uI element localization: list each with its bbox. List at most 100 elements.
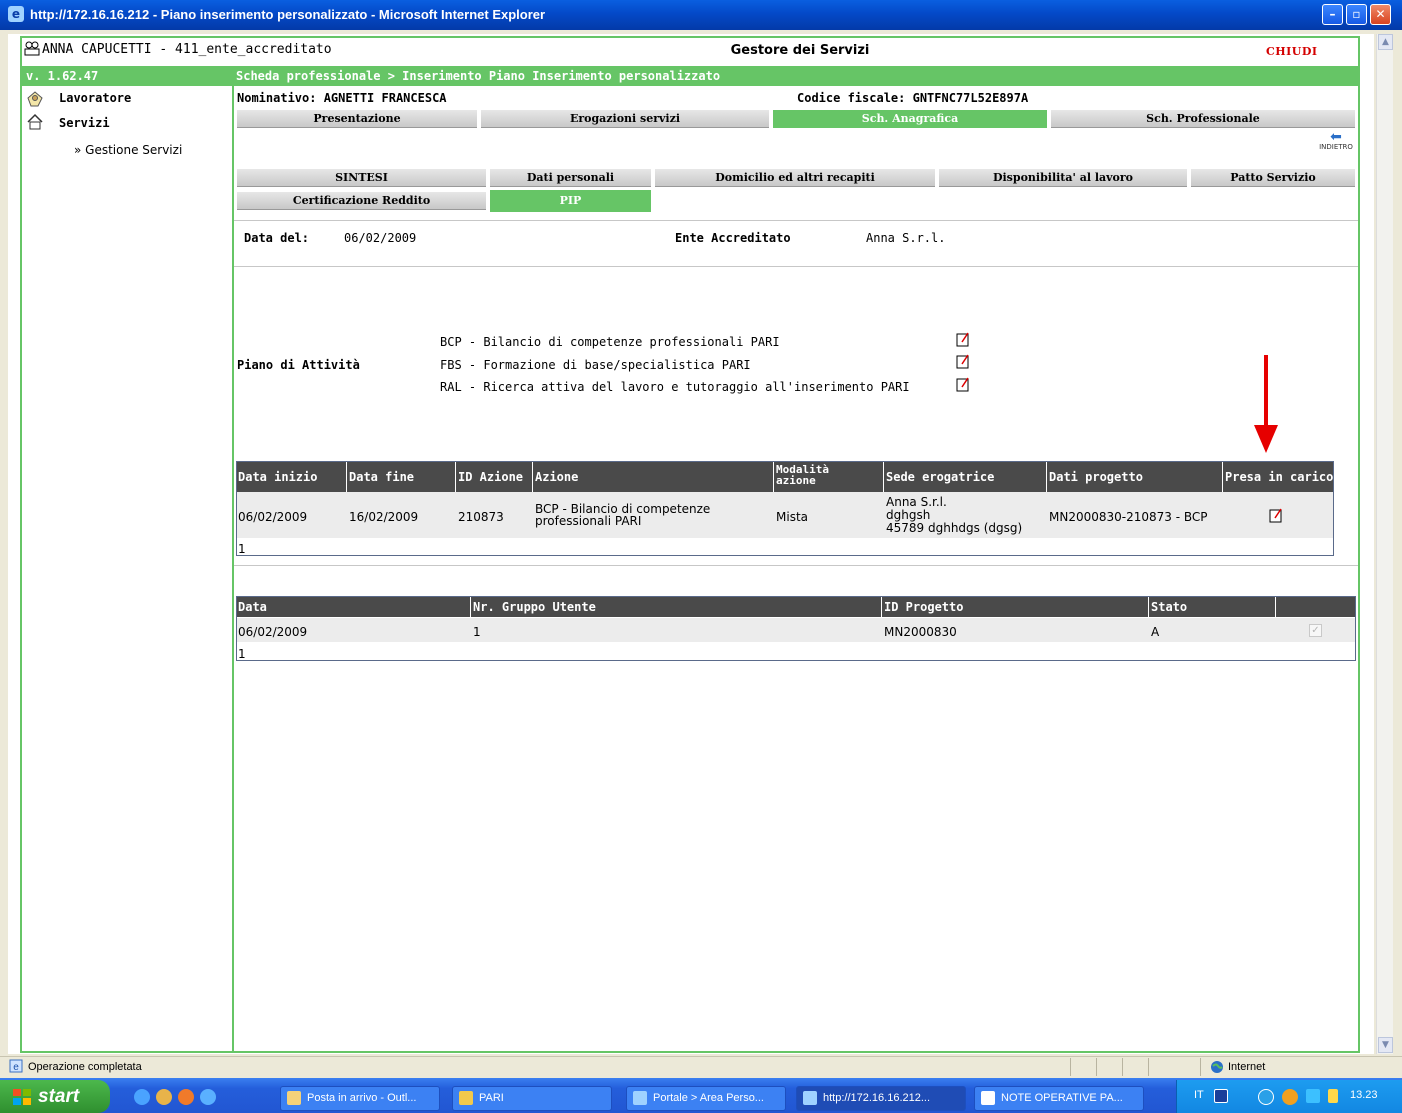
security-tray-icon[interactable] — [1282, 1089, 1298, 1105]
column-header: Nr. Gruppo Utente — [473, 600, 596, 614]
activity-item-ral: RAL - Ricerca attiva del lavoro e tutora… — [440, 380, 910, 394]
ie-icon — [803, 1091, 817, 1105]
column-header: Modalità azione — [776, 463, 829, 487]
volume-tray-icon[interactable] — [1328, 1089, 1338, 1103]
window-title-bar: e http://172.16.16.212 - Piano inserimen… — [0, 0, 1402, 30]
groups-table-header — [237, 597, 1355, 617]
globe-icon — [1211, 1061, 1223, 1073]
task-label: http://172.16.16.212... — [823, 1092, 931, 1104]
cell-modalita: Mista — [776, 510, 808, 524]
scroll-down-icon[interactable]: ▼ — [1378, 1037, 1393, 1053]
status-text: Operazione completata — [28, 1061, 142, 1073]
subtab-disponibilita[interactable]: Disponibilita' al lavoro — [939, 169, 1187, 187]
divider — [234, 220, 1358, 221]
app-version: v. 1.62.47 — [26, 69, 99, 83]
ie-quicklaunch-icon[interactable] — [134, 1089, 150, 1105]
tab-sch-anagrafica[interactable]: Sch. Anagrafica — [773, 110, 1047, 128]
sidebar-item-lavoratore[interactable]: Lavoratore — [59, 91, 131, 105]
cell-sede-line3: 45789 dghhdgs (dgsg) — [886, 521, 1023, 535]
status-separator — [1200, 1058, 1201, 1076]
task-label: Posta in arrivo - Outl... — [307, 1092, 417, 1104]
monitor-tray-icon[interactable] — [1306, 1089, 1320, 1103]
cell-data-inizio: 06/02/2009 — [238, 510, 308, 524]
users-icon — [24, 41, 40, 56]
clock: 13.23 — [1350, 1089, 1378, 1101]
column-header: ID Azione — [458, 470, 524, 484]
taskbar-item-outlook[interactable]: Posta in arrivo - Outl... — [280, 1086, 440, 1111]
edit-icon[interactable] — [956, 353, 970, 369]
status-separator — [1122, 1058, 1123, 1076]
page-done-icon: e — [9, 1059, 23, 1073]
maximize-button[interactable]: ▫ — [1346, 4, 1367, 25]
sidebar-divider — [232, 86, 234, 1051]
subtab-sintesi[interactable]: SINTESI — [237, 169, 486, 187]
svg-text:e: e — [13, 1062, 19, 1073]
cell-data-fine: 16/02/2009 — [349, 510, 419, 524]
back-label: INDIETRO — [1319, 143, 1353, 151]
status-separator — [1096, 1058, 1097, 1076]
column-header: Presa in carico — [1225, 470, 1334, 484]
task-label: Portale > Area Perso... — [653, 1092, 764, 1104]
network-tray-icon[interactable] — [1258, 1089, 1274, 1105]
column-header: Data — [238, 600, 267, 614]
taskbar-item-ie-active[interactable]: http://172.16.16.212... — [796, 1086, 966, 1111]
cell-sede-line1: Anna S.r.l. — [886, 495, 947, 509]
edit-icon[interactable] — [956, 331, 970, 347]
row-count: 1 — [238, 542, 246, 556]
vertical-scrollbar[interactable]: ▲ ▼ — [1376, 34, 1393, 1054]
browser-quicklaunch-icon[interactable] — [200, 1089, 216, 1105]
subtab-dati-personali[interactable]: Dati personali — [490, 169, 651, 187]
tab-sch-professionale[interactable]: Sch. Professionale — [1051, 110, 1355, 128]
date-value: 06/02/2009 — [344, 231, 417, 245]
cell-data: 06/02/2009 — [238, 625, 308, 639]
date-label: Data del: — [244, 231, 310, 245]
activity-item-fbs: FBS - Formazione di base/specialistica P… — [440, 358, 751, 372]
subtab-patto-servizio[interactable]: Patto Servizio — [1191, 169, 1355, 187]
column-header: Data inizio — [238, 470, 318, 484]
subtab-domicilio[interactable]: Domicilio ed altri recapiti — [655, 169, 935, 187]
taskbar-item-word[interactable]: NOTE OPERATIVE PA... — [974, 1086, 1144, 1111]
close-app-link[interactable]: CHIUDI — [1266, 45, 1318, 58]
subtab-pip[interactable]: PIP — [490, 190, 651, 212]
user-info: ANNA CAPUCETTI - 411_ente_accreditato — [42, 42, 332, 57]
tab-presentazione[interactable]: Presentazione — [237, 110, 477, 128]
ie-icon — [633, 1091, 647, 1105]
tab-erogazioni-servizi[interactable]: Erogazioni servizi — [481, 110, 769, 128]
media-quicklaunch-icon[interactable] — [178, 1089, 194, 1105]
back-button[interactable]: ⬅ INDIETRO — [1316, 130, 1356, 151]
table-row[interactable] — [237, 618, 1355, 642]
ente-label: Ente Accreditato — [675, 231, 791, 245]
column-header: ID Progetto — [884, 600, 964, 614]
window-title: http://172.16.16.212 - Piano inserimento… — [30, 7, 546, 22]
folder-icon — [459, 1091, 473, 1105]
help-tray-icon[interactable] — [1214, 1089, 1228, 1103]
app-title: Gestore dei Servizi — [730, 43, 870, 58]
cell-azione: BCP - Bilancio di competenze professiona… — [535, 502, 711, 528]
subtab-certificazione-reddito[interactable]: Certificazione Reddito — [237, 192, 486, 210]
scroll-up-icon[interactable]: ▲ — [1378, 34, 1393, 50]
sidebar-item-gestione-servizi[interactable]: » Gestione Servizi — [74, 143, 182, 157]
language-indicator[interactable]: IT — [1194, 1089, 1204, 1101]
cell-id-azione: 210873 — [458, 510, 504, 524]
minimize-button[interactable]: – — [1322, 4, 1343, 25]
divider — [234, 565, 1358, 566]
edit-icon[interactable] — [956, 376, 970, 392]
cell-gruppo: 1 — [473, 625, 481, 639]
presa-in-carico-edit-icon[interactable] — [1269, 507, 1283, 523]
worker-name: Nominativo: AGNETTI FRANCESCA — [237, 91, 447, 105]
cell-stato: A — [1151, 625, 1160, 639]
divider — [234, 266, 1358, 267]
activity-plan-label: Piano di Attività — [237, 358, 360, 372]
row-checkbox[interactable]: ✓ — [1309, 624, 1322, 637]
outlook-quicklaunch-icon[interactable] — [156, 1089, 172, 1105]
taskbar-item-pari[interactable]: PARI — [452, 1086, 612, 1111]
sidebar-item-servizi[interactable]: Servizi — [59, 116, 110, 130]
windows-logo-icon — [13, 1089, 31, 1105]
task-label: PARI — [479, 1092, 504, 1104]
cell-id-progetto: MN2000830 — [884, 625, 957, 639]
task-label: NOTE OPERATIVE PA... — [1001, 1092, 1123, 1104]
close-window-button[interactable]: ✕ — [1370, 4, 1391, 25]
ie-icon: e — [8, 6, 24, 22]
status-separator — [1148, 1058, 1149, 1076]
taskbar-item-portale[interactable]: Portale > Area Perso... — [626, 1086, 786, 1111]
